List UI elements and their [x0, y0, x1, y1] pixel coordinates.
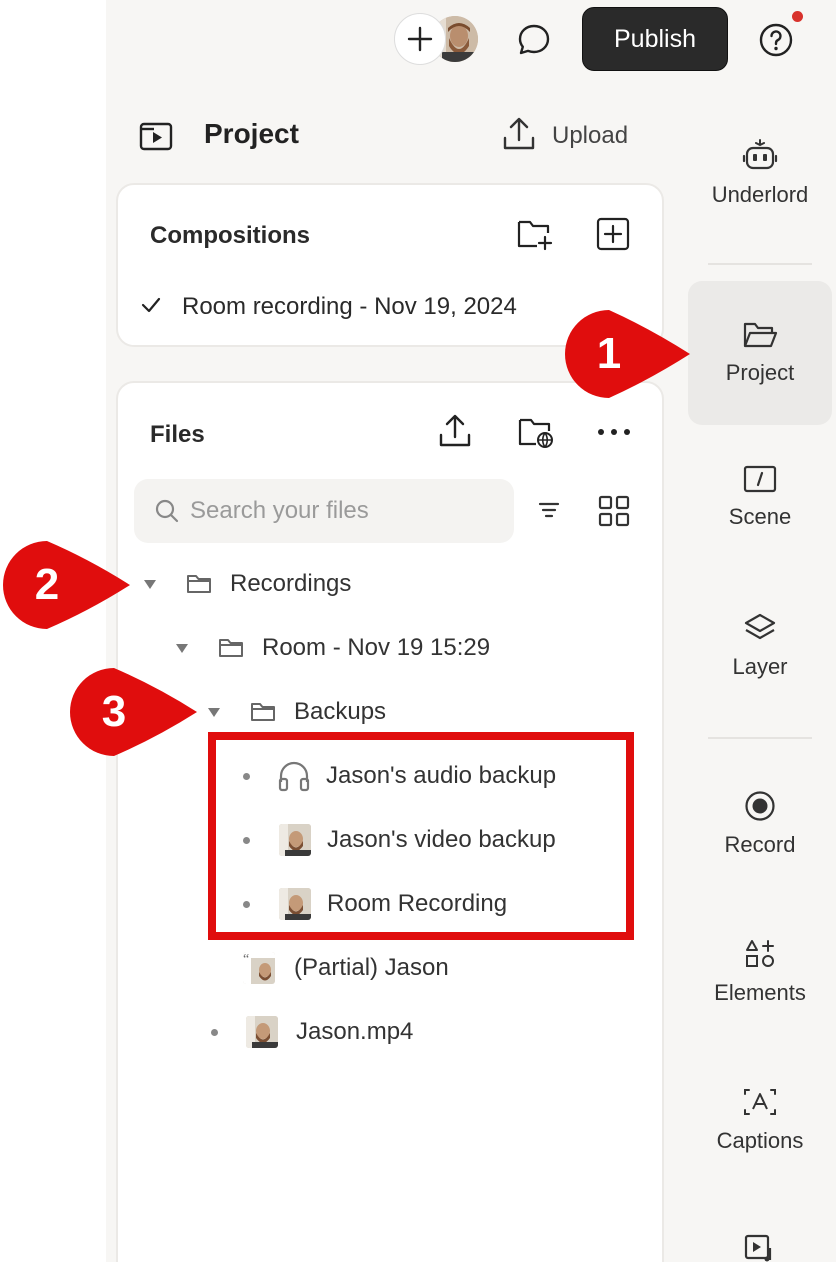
callout-3: 3: [70, 668, 197, 756]
sidebar-item-scene[interactable]: Scene: [688, 464, 832, 530]
shapes-icon: [744, 938, 776, 970]
publish-button[interactable]: Publish: [582, 7, 728, 71]
transcript-thumbnail: “: [243, 952, 275, 984]
tree-item-partial-jason[interactable]: “ (Partial) Jason: [243, 948, 449, 988]
sidebar-divider: [708, 263, 812, 265]
shared-folder-icon[interactable]: [517, 415, 555, 449]
scene-icon: [743, 464, 777, 494]
composition-item[interactable]: Room recording - Nov 19, 2024: [182, 293, 517, 321]
sidebar-item-label: Layer: [732, 654, 788, 679]
sidebar-item-label: Project: [725, 360, 795, 385]
sidebar-item-captions[interactable]: Captions: [688, 1086, 832, 1154]
check-icon: [140, 295, 162, 315]
captions-icon: [743, 1086, 777, 1118]
tree-item-label: Room - Nov 19 15:29: [262, 634, 491, 661]
callout-number: 3: [101, 687, 127, 736]
expand-caret-icon[interactable]: [176, 643, 188, 653]
tree-item-room[interactable]: Room - Nov 19 15:29: [176, 628, 490, 668]
svg-text:“: “: [243, 952, 249, 967]
callout-number: 2: [34, 560, 60, 609]
callout-2: 2: [3, 541, 130, 629]
files-title: Files: [150, 421, 205, 448]
notification-dot: [792, 11, 803, 22]
sidebar-item-project[interactable]: Project: [688, 281, 832, 425]
sidebar-item-label: Underlord: [711, 182, 809, 207]
upload-button[interactable]: Upload: [552, 122, 628, 150]
search-box[interactable]: [134, 479, 514, 543]
folder-icon: [186, 573, 212, 595]
tree-item-label: Backups: [294, 698, 387, 725]
sidebar-item-elements[interactable]: Elements: [688, 938, 832, 1006]
folder-open-icon: [742, 320, 778, 350]
sidebar-item-label: Record: [724, 832, 796, 857]
plus-icon: [406, 25, 434, 53]
sidebar-item-label: Captions: [716, 1128, 804, 1153]
add-composition-icon[interactable]: [596, 217, 630, 251]
filter-icon[interactable]: [538, 500, 560, 520]
grid-view-icon[interactable]: [598, 495, 630, 527]
left-blank-area: [0, 0, 106, 1262]
tree-item-label: (Partial) Jason: [294, 954, 449, 981]
layers-icon: [743, 612, 777, 644]
upload-file-icon[interactable]: [438, 413, 472, 449]
expand-caret-icon[interactable]: [144, 579, 156, 589]
callout-1: 1: [565, 310, 690, 398]
page-title: Project: [204, 118, 299, 149]
expand-caret-icon[interactable]: [208, 707, 220, 717]
folder-icon: [250, 701, 276, 723]
robot-icon: [742, 138, 778, 172]
sidebar-item-layer[interactable]: Layer: [688, 612, 832, 680]
callout-number: 1: [596, 329, 622, 378]
sidebar-item-label: Scene: [728, 504, 792, 529]
add-collaborator-button[interactable]: [394, 13, 446, 65]
more-options-icon[interactable]: [596, 427, 632, 437]
tree-item-label: Jason.mp4: [296, 1018, 414, 1045]
project-video-icon: [138, 118, 174, 154]
record-icon: [744, 790, 776, 822]
highlight-box: [208, 732, 634, 940]
tree-item-backups[interactable]: Backups: [208, 692, 386, 732]
search-icon: [154, 498, 180, 524]
new-folder-icon[interactable]: [516, 217, 554, 251]
search-input[interactable]: [190, 497, 490, 525]
tree-item-label: Recordings: [230, 570, 352, 597]
sidebar-item-record[interactable]: Record: [688, 790, 832, 858]
sidebar-item-underlord[interactable]: Underlord: [688, 138, 832, 208]
folder-icon: [218, 637, 244, 659]
tree-item-recordings[interactable]: Recordings: [144, 564, 351, 604]
sidebar-divider: [708, 737, 812, 739]
media-icon[interactable]: [744, 1234, 776, 1262]
compositions-title: Compositions: [150, 222, 310, 249]
bullet: [211, 1028, 218, 1036]
tree-item-jason-mp4[interactable]: Jason.mp4: [211, 1012, 413, 1052]
help-icon[interactable]: [756, 20, 796, 60]
sidebar-item-label: Elements: [714, 980, 806, 1005]
video-thumbnail: [246, 1016, 278, 1048]
comment-icon[interactable]: [514, 20, 554, 60]
upload-icon[interactable]: [502, 116, 536, 152]
